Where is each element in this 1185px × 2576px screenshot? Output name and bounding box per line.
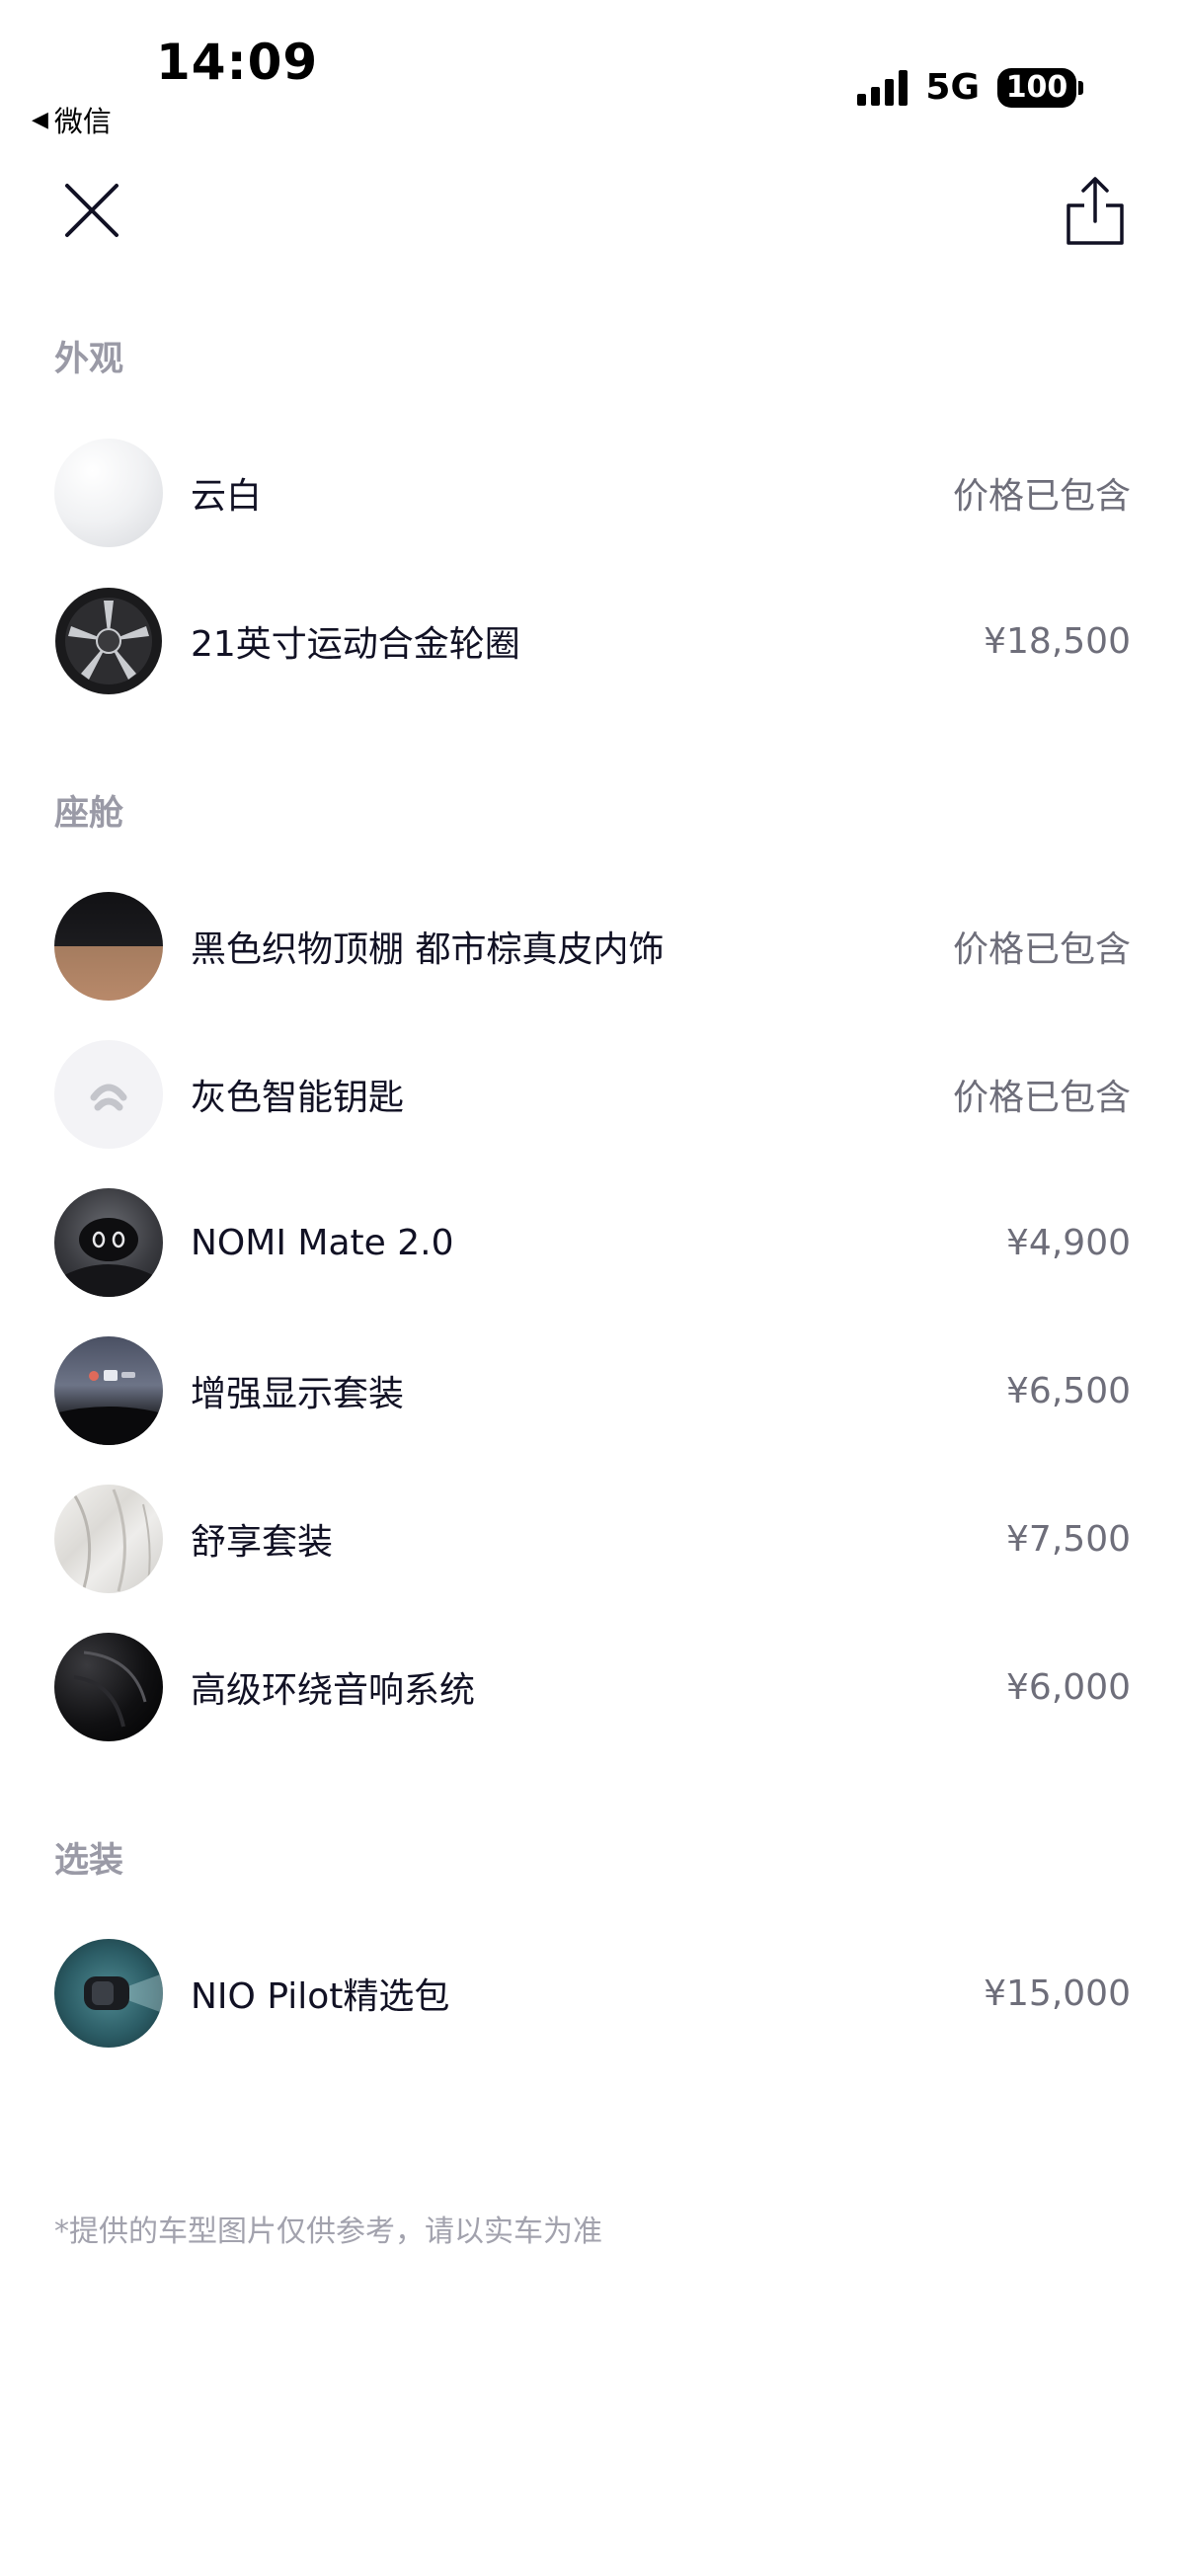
item-label: 云白 [191,476,263,517]
share-icon [1066,177,1124,245]
list-item[interactable]: 增强显示套装 ¥6,500 [54,1336,1131,1445]
share-button[interactable] [1063,176,1128,247]
status-indicators: 5G 100 [857,67,1083,108]
network-type: 5G [925,67,980,108]
item-price: 价格已包含 [952,1078,1131,1118]
signal-icon [857,69,908,106]
section-title-cabin: 座舱 [54,794,124,834]
top-toolbar [0,168,1185,257]
section-title-exterior: 外观 [54,340,124,379]
seat-comfort-icon [54,1485,163,1593]
close-button[interactable] [59,178,124,243]
section-title-options: 选装 [54,1841,124,1881]
battery-level: 100 [1005,70,1068,105]
item-label: 舒享套装 [191,1522,334,1563]
item-price: ¥6,500 [1006,1370,1131,1411]
nomi-robot-icon [54,1188,163,1297]
list-item[interactable]: NIO Pilot精选包 ¥15,000 [54,1939,1131,2048]
item-label: 21英寸运动合金轮圈 [191,624,520,665]
item-price: ¥7,500 [1006,1518,1131,1560]
close-icon [65,184,118,237]
battery-icon: 100 [997,67,1083,108]
item-label: NOMI Mate 2.0 [191,1222,454,1263]
interior-swatch-icon [54,892,163,1001]
speaker-icon [54,1633,163,1741]
list-item[interactable]: 云白 价格已包含 [54,439,1131,547]
item-price: 价格已包含 [952,476,1131,517]
list-item[interactable]: 舒享套装 ¥7,500 [54,1485,1131,1593]
alloy-wheel-icon [54,587,163,695]
list-item[interactable]: 高级环绕音响系统 ¥6,000 [54,1633,1131,1741]
list-item[interactable]: 黑色织物顶棚 都市棕真皮内饰 价格已包含 [54,892,1131,1001]
disclaimer-note: *提供的车型图片仅供参考，请以实车为准 [54,2214,602,2249]
status-bar: 14:09 ◀ 微信 5G 100 [0,0,1185,148]
hud-display-icon [54,1336,163,1445]
smart-key-icon [54,1040,163,1149]
item-label: NIO Pilot精选包 [191,1976,450,2017]
back-triangle-icon: ◀ [32,107,48,132]
item-label: 灰色智能钥匙 [191,1078,405,1118]
white-paint-swatch-icon [54,439,163,547]
list-item[interactable]: 灰色智能钥匙 价格已包含 [54,1040,1131,1149]
item-price: ¥6,000 [1006,1666,1131,1708]
item-price: 价格已包含 [952,929,1131,970]
item-price: ¥15,000 [984,1972,1131,2014]
list-item[interactable]: 21英寸运动合金轮圈 ¥18,500 [54,587,1131,695]
back-to-app-link[interactable]: ◀ 微信 [32,99,112,140]
item-label: 增强显示套装 [191,1374,405,1414]
status-time: 14:09 [156,34,319,91]
back-app-label: 微信 [53,105,112,138]
item-label: 黑色织物顶棚 都市棕真皮内饰 [191,929,665,970]
car-pilot-icon [54,1939,163,2048]
item-label: 高级环绕音响系统 [191,1670,476,1711]
item-price: ¥4,900 [1006,1222,1131,1263]
item-price: ¥18,500 [984,620,1131,662]
list-item[interactable]: NOMI Mate 2.0 ¥4,900 [54,1188,1131,1297]
